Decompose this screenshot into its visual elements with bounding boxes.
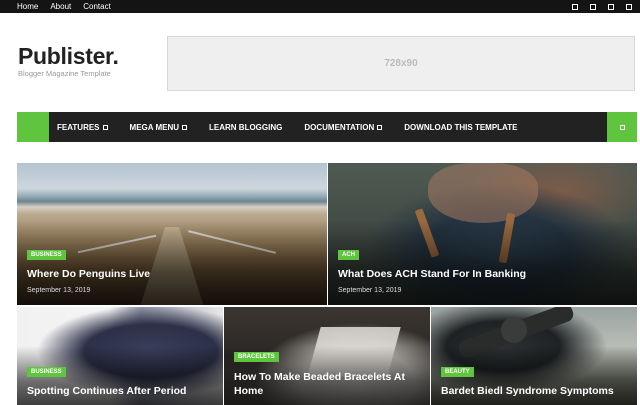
post-title[interactable]: How To Make Beaded Bracelets At Home	[234, 370, 424, 398]
social-icon[interactable]	[626, 3, 632, 10]
logo-subtitle: Blogger Magazine Template	[18, 69, 111, 78]
hands-shape	[428, 163, 538, 223]
nav-item-label: DOWNLOAD THIS TEMPLATE	[404, 122, 518, 132]
category-badge[interactable]: BRACELETS	[234, 352, 279, 362]
dropdown-icon	[102, 124, 108, 130]
top-link-about[interactable]: About	[50, 0, 71, 13]
nav-item-download[interactable]: DOWNLOAD THIS TEMPLATE	[404, 123, 517, 132]
top-nav: Home About Contact	[17, 0, 111, 13]
site-logo[interactable]: Publister. Blogger Magazine Template	[18, 44, 119, 78]
nav-item-documentation[interactable]: DOCUMENTATION	[304, 122, 383, 132]
propeller-hub-shape	[501, 317, 527, 343]
top-bar: Home About Contact	[0, 0, 640, 13]
category-badge[interactable]: BUSINESS	[27, 367, 66, 377]
top-link-contact[interactable]: Contact	[83, 0, 111, 13]
nav-items: FEATURES MEGA MENU LEARN BLOGGING DOCUME…	[57, 112, 539, 142]
featured-post-card[interactable]: BUSINESS Spotting Continues After Period	[17, 307, 223, 405]
featured-post-card[interactable]: BRACELETS How To Make Beaded Bracelets A…	[224, 307, 430, 405]
social-icon[interactable]	[572, 3, 578, 10]
featured-post-card[interactable]: ACH What Does ACH Stand For In Banking S…	[328, 163, 637, 305]
social-links	[572, 0, 632, 13]
nav-item-label: LEARN BLOGGING	[209, 122, 283, 132]
post-date: September 13, 2019	[338, 287, 402, 294]
post-title[interactable]: What Does ACH Stand For In Banking	[338, 267, 628, 281]
nav-item-label: FEATURES	[57, 122, 100, 132]
dropdown-icon	[377, 124, 383, 130]
nav-item-label: MEGA MENU	[129, 122, 180, 132]
dropdown-icon	[182, 124, 188, 130]
logo-title[interactable]: Publister.	[18, 44, 119, 68]
search-icon	[619, 124, 625, 130]
nav-item-mega-menu[interactable]: MEGA MENU	[129, 122, 188, 132]
category-badge[interactable]: BUSINESS	[27, 250, 66, 260]
social-icon[interactable]	[590, 3, 596, 10]
ad-size-label: 728x90	[384, 58, 418, 69]
nav-item-features[interactable]: FEATURES	[57, 123, 108, 132]
nav-item-learn-blogging[interactable]: LEARN BLOGGING	[209, 123, 282, 132]
social-icon[interactable]	[608, 3, 614, 10]
home-icon[interactable]	[17, 112, 49, 142]
post-title[interactable]: Spotting Continues After Period	[27, 384, 217, 398]
main-nav: FEATURES MEGA MENU LEARN BLOGGING DOCUME…	[17, 112, 637, 142]
nav-item-label: DOCUMENTATION	[304, 122, 375, 132]
featured-post-card[interactable]: BUSINESS Where Do Penguins Live Septembe…	[17, 163, 327, 305]
post-title[interactable]: Where Do Penguins Live	[27, 267, 317, 281]
category-badge[interactable]: ACH	[338, 250, 359, 260]
post-date: September 13, 2019	[27, 287, 91, 294]
featured-post-card[interactable]: BEAUTY Bardet Biedl Syndrome Symptoms	[431, 307, 637, 405]
post-title[interactable]: Bardet Biedl Syndrome Symptoms	[441, 384, 631, 398]
top-link-home[interactable]: Home	[17, 0, 38, 13]
category-badge[interactable]: BEAUTY	[441, 367, 474, 377]
search-button[interactable]	[607, 112, 637, 142]
ad-banner[interactable]: 728x90	[167, 36, 635, 91]
